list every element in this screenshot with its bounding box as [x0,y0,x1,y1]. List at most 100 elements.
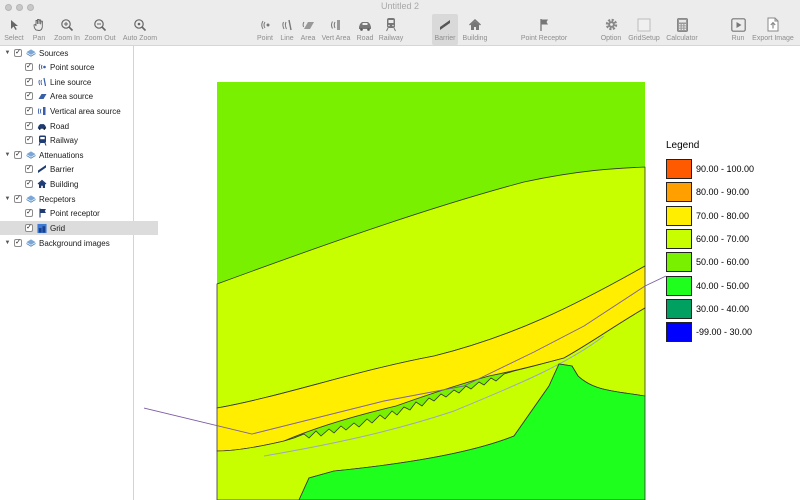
point-source-checkbox[interactable]: ✓ [25,63,33,71]
legend-item: 60.00 - 70.00 [666,228,796,249]
grid-checkbox[interactable]: ✓ [25,224,33,232]
legend-label: 80.00 - 90.00 [696,187,750,198]
calculator-button[interactable]: Calculator [664,14,700,45]
export-image-button[interactable]: Export Image [750,14,796,45]
auto-zoom-button[interactable]: Auto Zoom [120,14,160,45]
tree-label-sources: Sources [39,48,69,58]
legend-swatch [666,182,692,203]
vert-area-source-tool-button[interactable]: Vert Area [319,14,353,45]
tree-label-area-source: Area source [50,91,94,101]
tree-group-background-images[interactable]: ▼ ✓ Background images [0,236,137,250]
legend-label: 90.00 - 100.00 [696,164,755,174]
noise-contour-map [143,82,667,500]
legend-item: -99.00 - 30.00 [666,322,796,343]
tree-group-receptors[interactable]: ▼ ✓ Recpetors [0,192,137,206]
legend-item: 30.00 - 40.00 [666,298,796,319]
barrier-icon [438,16,452,33]
legend-label: 30.00 - 40.00 [696,303,750,314]
building-tool-button[interactable]: Building [460,14,490,45]
tree-label-receptors: Recpetors [39,194,76,204]
point-source-tool-button[interactable]: Point [254,14,276,45]
hand-icon [32,16,46,33]
legend-item: 80.00 - 90.00 [666,182,796,203]
zoom-in-icon [60,16,74,33]
legend-item: 70.00 - 80.00 [666,205,796,226]
area-source-icon [37,91,47,101]
sources-checkbox[interactable]: ✓ [14,49,22,57]
barrier-tool-button[interactable]: Barrier [432,14,458,45]
vert-area-source-icon [329,16,343,33]
option-button[interactable]: Option [598,14,624,45]
area-source-checkbox[interactable]: ✓ [25,92,33,100]
title-bar: Untitled 2 [0,0,800,14]
tree-label-attenuations: Attenuations [39,150,84,160]
layer-group-icon [26,194,36,204]
vertical-area-source-checkbox[interactable]: ✓ [25,107,33,115]
tree-label-background-images: Background images [39,238,110,248]
car-icon [357,16,373,33]
line-source-tool-button[interactable]: Line [277,14,297,45]
layer-tree-sidebar: ▼ ✓ Sources ✓ Point source ✓ Line source… [0,46,158,500]
select-tool-button[interactable]: Select [2,14,26,45]
legend-item: 50.00 - 60.00 [666,252,796,273]
flag-icon [538,16,550,33]
tree-group-attenuations[interactable]: ▼ ✓ Attenuations [0,148,137,162]
zoom-out-button[interactable]: Zoom Out [83,14,117,45]
line-source-checkbox[interactable]: ✓ [25,78,33,86]
zoom-out-icon [93,16,107,33]
point-receptor-tool-button[interactable]: Point Receptor [518,14,570,45]
road-tool-button[interactable]: Road [354,14,376,45]
grid-setup-button[interactable]: GridSetup [626,14,662,45]
run-button[interactable]: Run [728,14,748,45]
map-canvas[interactable] [134,46,800,500]
legend-label: -99.00 - 30.00 [696,327,753,338]
tree-label-building: Building [50,179,79,189]
cursor-arrow-icon [9,16,19,33]
train-icon [37,135,47,146]
tree-label-road: Road [50,121,70,131]
grid-icon [37,223,47,233]
zoom-in-button[interactable]: Zoom In [52,14,82,45]
layer-group-icon [26,48,36,58]
tree-group-sources[interactable]: ▼ ✓ Sources [0,46,137,60]
disclosure-triangle-icon[interactable]: ▼ [4,152,11,158]
background-images-checkbox[interactable]: ✓ [14,239,22,247]
receptors-checkbox[interactable]: ✓ [14,195,22,203]
railway-checkbox[interactable]: ✓ [25,136,33,144]
legend-swatch [666,159,692,179]
tree-label-point-source: Point source [50,62,95,72]
disclosure-triangle-icon[interactable]: ▼ [4,50,11,56]
train-icon [385,16,397,33]
tree-label-railway: Railway [50,135,79,145]
pan-tool-button[interactable]: Pan [27,14,51,45]
export-image-icon [766,16,780,33]
legend-title: Legend [666,140,700,151]
disclosure-triangle-icon[interactable]: ▼ [4,196,11,202]
railway-tool-button[interactable]: Railway [377,14,405,45]
area-source-icon [301,16,315,33]
legend-item: 40.00 - 50.00 [666,275,796,296]
legend-swatch [666,205,692,226]
road-checkbox[interactable]: ✓ [25,122,33,130]
legend-swatch [666,252,692,273]
layer-group-icon [26,238,36,248]
disclosure-triangle-icon[interactable]: ▼ [4,240,11,246]
attenuations-checkbox[interactable]: ✓ [14,151,22,159]
building-checkbox[interactable]: ✓ [25,180,33,188]
area-source-tool-button[interactable]: Area [298,14,318,45]
line-source-icon [280,16,294,33]
house-icon [468,16,482,33]
grid-setup-icon [637,16,651,33]
vertical-area-source-icon [37,106,47,116]
tree-label-barrier: Barrier [50,164,75,174]
house-icon [37,179,47,189]
legend-swatch [666,322,692,343]
barrier-checkbox[interactable]: ✓ [25,165,33,173]
barrier-icon [37,164,47,174]
flag-icon [37,208,47,218]
window-title: Untitled 2 [380,1,420,11]
car-icon [37,121,47,131]
toolbar: Select Pan Zoom In Zoom Out Auto Zoom Po… [0,14,800,46]
legend-label: 50.00 - 60.00 [696,257,750,268]
point-receptor-checkbox[interactable]: ✓ [25,209,33,217]
